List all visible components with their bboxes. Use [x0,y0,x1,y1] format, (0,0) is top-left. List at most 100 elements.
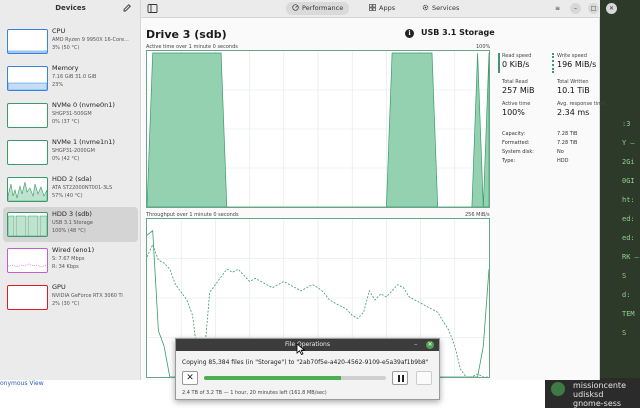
device-thumbnail-plot [8,215,47,236]
device-detail: 7.16 GiB 31.0 GiB [52,74,97,80]
background-link[interactable]: onymous View [0,380,44,387]
device-item[interactable]: HDD 3 (sdb) USB 3.1 Storage 100% (48 °C) [3,207,138,242]
tab-apps[interactable]: Apps [363,2,401,15]
background-text: S [622,272,627,280]
minimize-button[interactable]: – [570,3,581,14]
apps-icon [369,4,376,11]
device-thumbnail [7,285,48,310]
stat-label: Active time [502,101,531,107]
device-name: NVMe 1 (nvme1n1) [52,138,115,146]
device-thumbnail-plot [8,181,47,201]
stat-label: Read speed [502,53,532,59]
device-thumbnail-plot [8,104,47,127]
background-text: ht: [622,196,635,204]
copy-status: 2.4 TB of 3.2 TB — 1 hour, 20 minutes le… [182,390,327,396]
background-text: TEM [622,310,635,318]
file-operations-dialog: File Operations – ✕ Copying 85,384 files… [175,338,440,400]
active-time-graph [146,50,490,208]
background-text: ed: [622,215,635,223]
stat-label: Total Written [557,79,589,85]
device-thumbnail-plot [8,141,47,164]
device-usage: 100% (48 °C) [52,228,86,234]
device-usage: 2% (30 °C) [52,301,80,307]
device-detail: S: 7.67 Mbps [52,256,85,262]
dialog-titlebar[interactable]: File Operations – ✕ [176,339,439,351]
device-thumbnail [7,177,48,202]
background-text: 0GI [622,177,635,185]
total-read-stat: Total Read 257 MiB [502,79,534,95]
stat-label: Write speed [557,53,587,59]
device-thumbnail [7,212,48,237]
device-thumbnail [7,103,48,128]
device-thumbnail-plot [8,50,47,53]
property-value: HDD [557,158,569,164]
tab-performance[interactable]: Performance [286,2,350,15]
device-name: HDD 3 (sdb) [52,210,92,218]
device-thumbnail [7,66,48,91]
main-menu-button[interactable]: ≡ [552,3,563,14]
cancel-copy-button[interactable]: ✕ [182,371,198,385]
skip-button[interactable] [416,371,432,385]
write-speed-stat: Write speed 196 MiB/s [557,53,596,69]
tab-label: Performance [302,4,344,12]
copy-message: Copying 85,384 files (in "Storage") to "… [182,359,429,366]
device-name: Memory [52,64,79,72]
close-button[interactable]: ✕ [606,3,617,14]
response-time-stat: Avg. response time 2.34 ms [557,101,605,117]
device-thumbnail-plot [8,263,47,268]
read-speed-stat: Read speed 0 KiB/s [502,53,531,69]
device-item[interactable]: Wired (eno1) S: 7.67 Mbps R: 34 Kbps [3,243,138,278]
pause-icon [398,375,400,382]
pause-button[interactable] [392,371,408,385]
device-name: Wired (eno1) [52,246,95,254]
background-text: :3 [622,120,631,128]
sidebar-title: Devices [55,4,86,12]
property-value: 7.28 TiB [557,131,578,137]
device-thumbnail-plot [8,286,47,309]
header-bar: Performance Apps Services ≡ – □ ✕ [141,0,617,18]
device-item[interactable]: CPU AMD Ryzen 9 9950X 16-Core... 3% (50 °C… [3,24,138,59]
total-written-stat: Total Written 10.1 TiB [557,79,590,95]
terminal-badge-icon [551,382,565,396]
stat-value: 0 KiB/s [502,60,530,69]
device-thumbnail [7,140,48,165]
device-item[interactable]: HDD 2 (sda) ATA ST22000NT001-3LS 57% (40 °… [3,172,138,207]
edit-pencil-icon[interactable] [122,3,132,13]
info-icon[interactable]: i [405,29,414,38]
mission-center-window: Devices CPU AMD Ryzen 9 9950X 16-Core... 3… [0,0,617,380]
device-usage: 3% (50 °C) [52,45,80,51]
device-usage: 0% (42 °C) [52,156,80,162]
sidebar-toggle-icon[interactable] [147,3,158,14]
device-thumbnail [7,29,48,54]
device-item[interactable]: GPU NVIDIA GeForce RTX 3060 Ti 2% (30 °C) [3,280,138,315]
drive-model: USB 3.1 Storage [421,28,495,37]
tab-services[interactable]: Services [416,2,465,15]
background-text: Y – [622,139,635,147]
device-thumbnail-plot [8,82,47,90]
terminal-line: udisksd [573,390,604,399]
property-key: Formatted: [502,140,530,146]
property-value: 7.28 TiB [557,140,578,146]
stat-label: Avg. response time [557,101,606,107]
copy-progress-bar [204,376,386,380]
dialog-minimize-button[interactable]: – [414,340,418,348]
stat-label: Total Read [502,79,528,85]
background-text: ed: [622,234,635,242]
terminal-line: missioncente [573,381,626,390]
property-key: Capacity: [502,131,526,137]
copy-progress-fill [204,376,341,380]
sidebar: Devices CPU AMD Ryzen 9 9950X 16-Core... 3… [0,0,141,380]
device-detail: ATA ST22000NT001-3LS [52,185,113,191]
mouse-cursor-icon [296,343,306,355]
tab-label: Services [432,4,460,12]
device-detail: SHGP31-500GM [52,111,92,117]
device-item[interactable]: Memory 7.16 GiB 31.0 GiB 23% [3,61,138,96]
maximize-button[interactable]: □ [588,3,599,14]
dialog-close-button[interactable]: ✕ [426,341,434,349]
stat-value: 196 MiB/s [557,60,597,69]
background-terminal: missioncente udisksd gnome-sess [545,378,640,408]
device-item[interactable]: NVMe 1 (nvme1n1) SHGP31-2000GM 0% (42 °C) [3,135,138,170]
device-item[interactable]: NVMe 0 (nvme0n1) SHGP31-500GM 0% (37 °C) [3,98,138,133]
services-gear-icon [422,4,429,11]
property-key: System disk: [502,149,534,155]
